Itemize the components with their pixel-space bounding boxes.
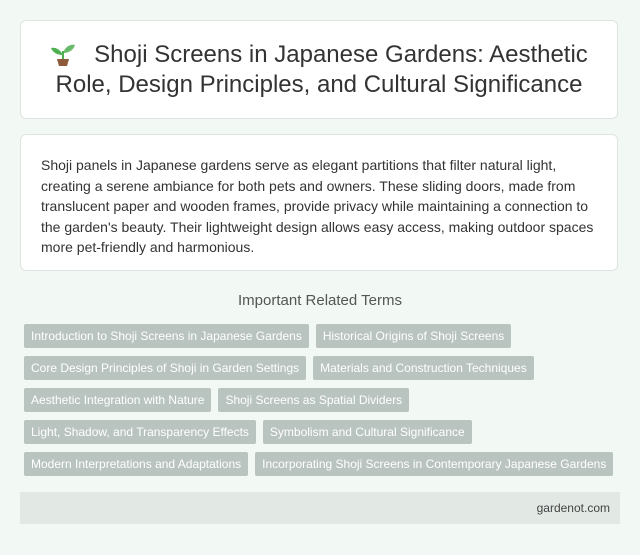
related-terms-list: Introduction to Shoji Screens in Japanes…	[24, 324, 624, 476]
related-term-tag[interactable]: Symbolism and Cultural Significance	[262, 420, 472, 444]
sprout-icon	[51, 44, 76, 66]
summary-card: Shoji panels in Japanese gardens serve a…	[20, 134, 618, 271]
related-term-tag[interactable]: Incorporating Shoji Screens in Contempor…	[255, 452, 614, 476]
related-term-tag[interactable]: Historical Origins of Shoji Screens	[315, 324, 512, 348]
related-term-tag[interactable]: Core Design Principles of Shoji in Garde…	[24, 356, 307, 380]
title-card: Shoji Screens in Japanese Gardens: Aesth…	[20, 20, 618, 119]
related-term-tag[interactable]: Modern Interpretations and Adaptations	[24, 452, 249, 476]
related-term-tag[interactable]: Materials and Construction Techniques	[313, 356, 534, 380]
related-terms-heading: Important Related Terms	[238, 292, 402, 309]
related-term-tag[interactable]: Light, Shadow, and Transparency Effects	[24, 420, 256, 444]
summary-text: Shoji panels in Japanese gardens serve a…	[41, 157, 594, 255]
related-term-tag[interactable]: Aesthetic Integration with Nature	[24, 388, 212, 412]
page-title-text: Shoji Screens in Japanese Gardens: Aesth…	[55, 40, 588, 98]
related-term-tag[interactable]: Introduction to Shoji Screens in Japanes…	[24, 324, 309, 348]
page-title: Shoji Screens in Japanese Gardens: Aesth…	[39, 40, 599, 100]
footer: gardenot.com	[20, 492, 620, 524]
related-term-tag[interactable]: Shoji Screens as Spatial Dividers	[218, 388, 410, 412]
footer-site-link[interactable]: gardenot.com	[537, 501, 610, 515]
